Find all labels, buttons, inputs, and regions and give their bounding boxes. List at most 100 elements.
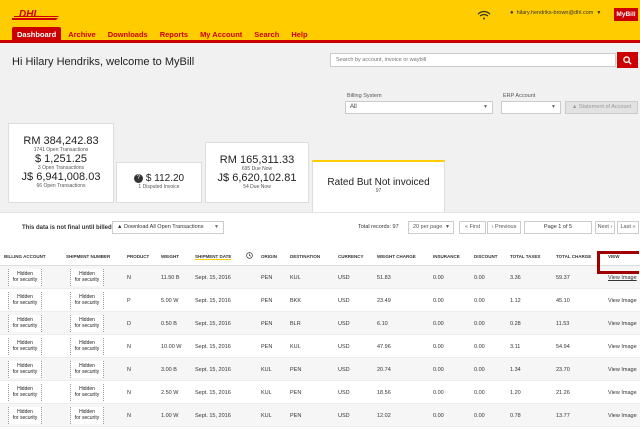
- hidden-label: for security: [12, 415, 38, 421]
- per-page-select[interactable]: 20 per page ▼: [408, 221, 454, 234]
- disputed-card[interactable]: ? $ 112.20 1 Disputed Invoice: [116, 162, 202, 203]
- product-cell: N: [127, 367, 131, 373]
- col-product[interactable]: Product: [127, 254, 149, 259]
- welcome-heading: Hi Hilary Hendriks, welcome to MyBill: [12, 56, 195, 68]
- wifi-signal-icon[interactable]: [477, 10, 491, 20]
- origin-cell: PEN: [261, 344, 273, 350]
- product-cell: D: [127, 321, 131, 327]
- col-discount[interactable]: Discount: [474, 254, 498, 259]
- col-billing-account[interactable]: Billing Account: [4, 254, 46, 259]
- last-page-button[interactable]: Last »: [617, 221, 639, 234]
- view-image-link[interactable]: View Image: [608, 275, 637, 281]
- insurance-cell: 0.00: [433, 275, 444, 281]
- shipment-number-cell: Hidden for security: [70, 384, 104, 401]
- mybill-button[interactable]: MyBill: [614, 8, 638, 21]
- header-divider: [0, 40, 640, 43]
- col-weight-charge[interactable]: Weight Charge: [377, 254, 416, 259]
- billing-system-select[interactable]: All ▼: [345, 101, 493, 114]
- total-charge-cell: 54.94: [556, 344, 570, 350]
- view-image-link[interactable]: View Image: [608, 367, 637, 373]
- table-row[interactable]: Hidden for security Hidden for security N 1.0…: [0, 404, 640, 427]
- table-row[interactable]: Hidden for security Hidden for security P 5.0…: [0, 289, 640, 312]
- hidden-label: for security: [12, 300, 38, 306]
- shipment-date-cell: Sept. 15, 2016: [195, 413, 231, 419]
- disputed-count: 1 Disputed Invoice: [138, 184, 180, 190]
- weight-cell: 1.00 W: [161, 413, 179, 419]
- billing-system-value: All: [350, 104, 357, 110]
- chevron-down-icon: ▼: [596, 10, 602, 16]
- table-header: Billing Account Shipment Number Product …: [0, 244, 640, 266]
- previous-page-button[interactable]: ‹ Previous: [487, 221, 521, 234]
- discount-cell: 0.00: [474, 344, 485, 350]
- col-insurance[interactable]: Insurance: [433, 254, 460, 259]
- col-origin[interactable]: Origin: [261, 254, 277, 259]
- billing-account-cell: Hidden for security: [8, 407, 42, 424]
- erp-account-select[interactable]: ▼: [501, 101, 561, 114]
- clock-icon[interactable]: [246, 252, 253, 260]
- hidden-label: for security: [12, 346, 38, 352]
- billing-account-cell: Hidden for security: [8, 315, 42, 332]
- col-shipment-date[interactable]: Shipment Date: [195, 254, 232, 260]
- table-row[interactable]: Hidden for security Hidden for security N 3.0…: [0, 358, 640, 381]
- rated-not-invoiced-card[interactable]: Rated But Not invoiced 97: [312, 160, 445, 213]
- table-row[interactable]: Hidden for security Hidden for security N 10.…: [0, 335, 640, 358]
- view-image-link[interactable]: View Image: [608, 390, 637, 396]
- weight-cell: 10.00 W: [161, 344, 182, 350]
- view-image-link[interactable]: View Image: [608, 321, 637, 327]
- col-total-taxes[interactable]: Total Taxes: [510, 254, 540, 259]
- open-transactions-card[interactable]: RM 384,242.83 1741 Open Transactions $ 1…: [8, 123, 114, 203]
- col-destination[interactable]: Destination: [290, 254, 320, 259]
- search-button[interactable]: [617, 52, 638, 68]
- first-page-button[interactable]: « First: [459, 221, 486, 234]
- weight-charge-cell: 51.83: [377, 275, 391, 281]
- weight-charge-cell: 12.02: [377, 413, 391, 419]
- destination-cell: KUL: [290, 275, 301, 281]
- user-menu[interactable]: ● hilary.hendriks-brown@dhl.com ▼: [510, 10, 601, 16]
- hidden-label: for security: [74, 392, 100, 398]
- total-taxes-cell: 0.78: [510, 413, 521, 419]
- table-row[interactable]: Hidden for security Hidden for security N 11.…: [0, 266, 640, 289]
- hidden-label: for security: [74, 323, 100, 329]
- total-taxes-cell: 3.11: [510, 344, 521, 350]
- shipment-date-cell: Sept. 15, 2016: [195, 321, 231, 327]
- next-page-button[interactable]: Next ›: [595, 221, 615, 234]
- product-cell: N: [127, 413, 131, 419]
- col-currency[interactable]: Currency: [338, 254, 364, 259]
- user-icon: ●: [510, 10, 514, 16]
- view-image-link[interactable]: View Image: [608, 344, 637, 350]
- table-row[interactable]: Hidden for security Hidden for security N 2.5…: [0, 381, 640, 404]
- total-taxes-cell: 3.36: [510, 275, 521, 281]
- total-charge-cell: 59.37: [556, 275, 570, 281]
- dhl-logo[interactable]: DHL: [12, 9, 60, 21]
- weight-cell: 3.00 B: [161, 367, 177, 373]
- download-all-button[interactable]: ▲ Download All Open Transactions ▼: [112, 221, 224, 234]
- open-usd-amount: $ 1,251.25: [35, 153, 87, 165]
- hidden-label: for security: [74, 277, 100, 283]
- weight-cell: 11.50 B: [161, 275, 180, 281]
- weight-cell: 0.50 B: [161, 321, 177, 327]
- col-total-charge[interactable]: Total Charge: [556, 254, 591, 259]
- view-image-link[interactable]: View Image: [608, 413, 637, 419]
- col-weight[interactable]: Weight: [161, 254, 179, 259]
- help-icon: ?: [133, 173, 143, 183]
- insurance-cell: 0.00: [433, 413, 444, 419]
- discount-cell: 0.00: [474, 298, 485, 304]
- weight-charge-cell: 47.96: [377, 344, 391, 350]
- discount-cell: 0.00: [474, 321, 485, 327]
- search-input[interactable]: [330, 53, 616, 67]
- destination-cell: PEN: [290, 390, 302, 396]
- due-jmd-count: 54 Due Now: [243, 184, 271, 190]
- view-image-link[interactable]: View Image: [608, 298, 637, 304]
- statement-of-account-button[interactable]: ▲ Statement of Account: [565, 101, 638, 114]
- col-shipment-number[interactable]: Shipment Number: [66, 254, 110, 259]
- total-charge-cell: 21.26: [556, 390, 570, 396]
- table-row[interactable]: Hidden for security Hidden for security D 0.5…: [0, 312, 640, 335]
- due-now-card[interactable]: RM 165,311.33 695 Due Now J$ 6,620,102.8…: [205, 142, 309, 203]
- currency-cell: USD: [338, 275, 350, 281]
- search-icon: [623, 55, 632, 65]
- page-indicator[interactable]: Page 1 of 5: [524, 221, 592, 234]
- hidden-label: for security: [12, 392, 38, 398]
- open-jmd-count: 66 Open Transactions: [36, 183, 86, 189]
- billing-account-cell: Hidden for security: [8, 361, 42, 378]
- weight-charge-cell: 23.49: [377, 298, 391, 304]
